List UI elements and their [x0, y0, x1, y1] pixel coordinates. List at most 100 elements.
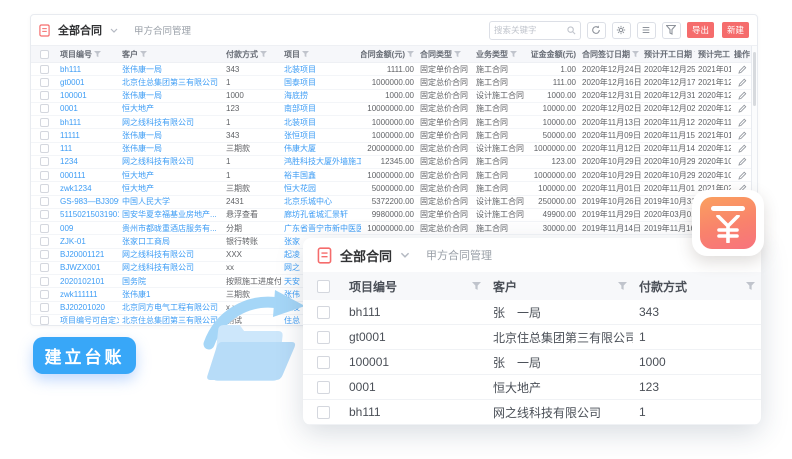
cell-project[interactable]: 廊坊孔雀城汇景轩	[281, 209, 361, 221]
edit-icon[interactable]	[738, 78, 747, 87]
cell-customer[interactable]: 恒大地产	[119, 182, 223, 194]
cell-project[interactable]: 张恒项目	[281, 129, 361, 141]
cell-customer[interactable]: 贵州市都昽重酒店服务有...	[119, 222, 223, 234]
cell-project-id[interactable]: 2020102101	[57, 275, 119, 287]
edit-icon[interactable]	[738, 91, 747, 100]
filter-icon[interactable]	[618, 282, 627, 291]
cell-project-id[interactable]: 0001	[57, 103, 119, 115]
row-checkbox[interactable]	[40, 250, 49, 259]
search-input[interactable]	[494, 25, 564, 35]
overlay-subtitle[interactable]: 甲方合同管理	[426, 247, 492, 263]
filter-icon[interactable]	[302, 51, 309, 58]
columns-button[interactable]	[637, 22, 656, 39]
row-checkbox[interactable]	[40, 131, 49, 140]
cell-project[interactable]: 伟康大厦	[281, 143, 361, 155]
row-checkbox[interactable]	[40, 157, 49, 166]
row-checkbox[interactable]	[40, 210, 49, 219]
edit-icon[interactable]	[738, 171, 747, 180]
column-header-project-id[interactable]: 项目编号	[343, 278, 487, 295]
create-ledger-button[interactable]: 建立台账	[33, 337, 136, 374]
filter-icon[interactable]	[746, 282, 755, 291]
cell-project[interactable]: 恒大花园	[281, 182, 361, 194]
cell-project-id[interactable]: zwk111111	[57, 288, 119, 300]
cell-project-id[interactable]: bh111	[57, 63, 119, 75]
column-header-finish-date[interactable]: 预计完工日期	[695, 49, 731, 60]
column-header-customer[interactable]: 客户	[119, 49, 223, 60]
cell-customer[interactable]: 张伟康一局	[119, 143, 223, 155]
search-box[interactable]	[489, 21, 581, 40]
column-header-business-type[interactable]: 业务类型	[473, 49, 531, 60]
export-button[interactable]: 导出	[687, 22, 714, 38]
edit-icon[interactable]	[738, 144, 747, 153]
select-all-checkbox[interactable]	[40, 50, 49, 59]
filter-button[interactable]	[662, 22, 681, 39]
column-header-payment[interactable]: 付款方式	[223, 49, 281, 60]
cell-project-id[interactable]: bh111	[343, 405, 487, 419]
edit-icon[interactable]	[738, 118, 747, 127]
cell-project[interactable]: 鸿胜科技大厦外墙施工项目	[281, 156, 361, 168]
cell-customer[interactable]: 张 一局	[487, 304, 633, 321]
cell-project-id[interactable]: bh111	[343, 305, 487, 319]
column-header-project[interactable]: 项目	[281, 49, 361, 60]
column-header-payment[interactable]: 付款方式	[633, 278, 761, 295]
column-header-sign-date[interactable]: 合同签订日期	[579, 49, 641, 60]
cell-customer[interactable]: 张伟康一局	[119, 63, 223, 75]
edit-icon[interactable]	[738, 157, 747, 166]
create-button[interactable]: 新建	[722, 22, 749, 38]
cell-customer[interactable]: 北京住总集团第三有限公司	[119, 76, 223, 88]
row-checkbox[interactable]	[40, 263, 49, 272]
cell-project-id[interactable]: BJWZX001	[57, 262, 119, 274]
filter-icon[interactable]	[94, 51, 101, 58]
row-checkbox[interactable]	[317, 406, 330, 419]
row-checkbox[interactable]	[40, 290, 49, 299]
row-checkbox[interactable]	[40, 91, 49, 100]
chevron-down-icon[interactable]	[110, 28, 118, 33]
cell-project-id[interactable]: gt0001	[343, 330, 487, 344]
cell-project-id[interactable]: BJ20001121	[57, 249, 119, 261]
cell-project-id[interactable]: 0001	[343, 380, 487, 394]
filter-icon[interactable]	[260, 51, 267, 58]
filter-icon[interactable]	[510, 51, 517, 58]
row-checkbox[interactable]	[40, 197, 49, 206]
cell-project[interactable]: 北装项目	[281, 116, 361, 128]
filter-icon[interactable]	[472, 282, 481, 291]
cell-project-id[interactable]: gt0001	[57, 76, 119, 88]
column-header-amount[interactable]: 合同金额(元)	[361, 49, 417, 60]
edit-icon[interactable]	[738, 65, 747, 74]
row-checkbox[interactable]	[40, 237, 49, 246]
filter-icon[interactable]	[407, 51, 414, 58]
cell-customer[interactable]: 恒大地产	[119, 103, 223, 115]
settings-button[interactable]	[612, 22, 631, 39]
search-icon[interactable]	[567, 26, 576, 35]
chevron-down-icon[interactable]	[400, 252, 410, 258]
cell-customer[interactable]: 恒大地产	[119, 169, 223, 181]
row-checkbox[interactable]	[40, 184, 49, 193]
scrollbar-thumb[interactable]	[753, 52, 756, 106]
cell-project-id[interactable]: 5115021503190101	[57, 209, 119, 221]
row-checkbox[interactable]	[40, 65, 49, 74]
column-header-deposit[interactable]: 履约保证金金额(元)	[531, 49, 579, 60]
cell-project-id[interactable]: zwk1234	[57, 182, 119, 194]
cell-project-id[interactable]: 100001	[57, 90, 119, 102]
cell-project-id[interactable]: 000111	[57, 169, 119, 181]
row-checkbox[interactable]	[40, 78, 49, 87]
cell-project[interactable]: 国泰项目	[281, 76, 361, 88]
cell-customer[interactable]: 网之线科技有限公司	[119, 116, 223, 128]
row-checkbox[interactable]	[317, 356, 330, 369]
cell-project[interactable]: 北装项目	[281, 63, 361, 75]
column-header-project-id[interactable]: 项目编号	[57, 49, 119, 60]
row-checkbox[interactable]	[40, 104, 49, 113]
cell-project[interactable]: 广东省晋宁市新中医医院...	[281, 222, 361, 234]
filter-icon[interactable]	[454, 51, 461, 58]
cell-customer[interactable]: 张 一局	[487, 354, 633, 371]
column-header-contract-type[interactable]: 合同类型	[417, 49, 473, 60]
cell-project-id[interactable]: bh111	[57, 116, 119, 128]
row-checkbox[interactable]	[40, 171, 49, 180]
row-checkbox[interactable]	[40, 118, 49, 127]
cell-project-id[interactable]: GS-983—BJ30998	[57, 196, 119, 208]
edit-icon[interactable]	[738, 131, 747, 140]
cell-project-id[interactable]: 项目编号可自定义	[57, 315, 119, 326]
cell-customer[interactable]: 北京住总集团第三有限公司	[487, 329, 633, 346]
row-checkbox[interactable]	[317, 306, 330, 319]
cell-customer[interactable]: 张家口工商局	[119, 235, 223, 247]
